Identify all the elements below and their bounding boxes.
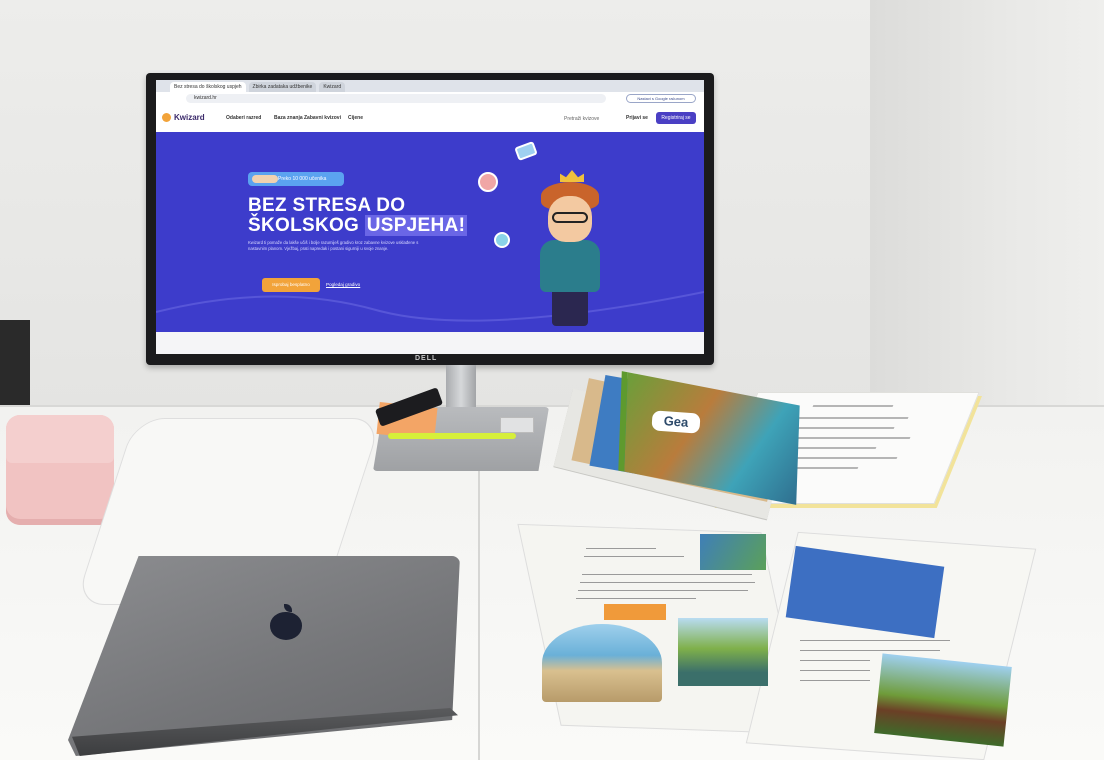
usb-hub: [500, 417, 534, 433]
browser-tab[interactable]: Bez stresa do školskog uspjeh: [170, 82, 246, 92]
map-photo: [700, 534, 766, 570]
mascot-body: [540, 240, 600, 292]
beaker-icon: [514, 141, 538, 161]
book-title: Gea: [651, 410, 701, 434]
nav-link[interactable]: Cijene: [348, 115, 363, 121]
flask-icon: [478, 172, 498, 192]
beach-photo: [542, 624, 662, 702]
apple-logo-icon: [270, 612, 302, 640]
nav-link[interactable]: Baza znanja: [274, 115, 303, 121]
desk-seam: [478, 470, 480, 760]
nav-link[interactable]: Odaberi razred: [226, 115, 261, 121]
browser-tab[interactable]: Zbirka zadataka udžbenike: [248, 82, 317, 92]
page-below-hero: [156, 332, 704, 354]
logo-icon: [162, 113, 171, 122]
hero-title-part: ŠKOLSKOG: [248, 215, 365, 236]
pink-lunchbox-lid: [6, 415, 114, 463]
address-bar: kwizard.hr Nastavi s Google računom: [156, 92, 704, 107]
hero-title: BEZ STRESA DO ŠKOLSKOG USPJEHA!: [248, 196, 468, 236]
search-input[interactable]: Pretraži kvizove: [564, 114, 614, 124]
crown-icon: [560, 170, 584, 182]
view-content-link[interactable]: Pogledaj gradivo: [326, 282, 360, 287]
site-header: Kwizard Odaberi razred Baza znanja Zabav…: [156, 106, 704, 132]
try-free-button[interactable]: Isprobaj besplatno: [262, 278, 320, 292]
hero-section: Preko 10 000 učenika BEZ STRESA DO ŠKOLS…: [156, 132, 704, 332]
house-photo: [874, 653, 1012, 747]
orange-highlight-box: [604, 604, 666, 620]
avatar-group: [252, 175, 278, 183]
monitor-screen: Bez stresa do školskog uspjeh Zbirka zad…: [156, 80, 704, 354]
hero-title-highlight: USPJEHA!: [364, 215, 468, 236]
login-link[interactable]: Prijavi se: [626, 115, 648, 121]
browser-tab[interactable]: Kwizard: [319, 82, 346, 92]
nav-link[interactable]: Zabavni kvizovi: [304, 115, 341, 121]
highlighter: [388, 433, 516, 439]
browser-tab-strip: Bez stresa do školskog uspjeh Zbirka zad…: [156, 80, 704, 92]
flask-icon: [494, 232, 510, 248]
hero-swirl-decoration: [156, 291, 704, 322]
url-field[interactable]: kwizard.hr: [186, 94, 606, 103]
register-button[interactable]: Registriraj se: [656, 112, 696, 124]
site-logo[interactable]: Kwizard: [174, 113, 205, 122]
monitor-brand: DELL: [415, 355, 438, 362]
hero-description: Kwizard ti pomaže da lakše učiš i bolje …: [248, 240, 419, 252]
mascot-legs: [552, 288, 588, 326]
mascot-glasses: [552, 212, 588, 223]
lake-photo: [678, 618, 768, 686]
profile-button[interactable]: Nastavi s Google računom: [626, 94, 696, 103]
hero-title-line: BEZ STRESA DO: [248, 195, 406, 216]
